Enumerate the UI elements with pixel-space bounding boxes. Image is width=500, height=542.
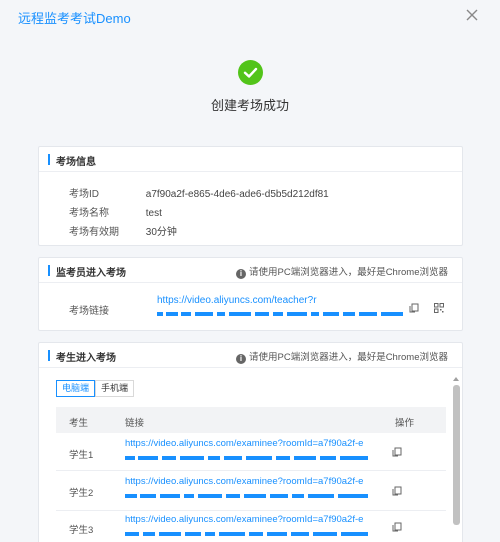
- tab-desktop[interactable]: 电脑端: [56, 380, 96, 397]
- room-id-label: 考场ID: [69, 189, 99, 200]
- header-accent-bar: [48, 265, 50, 276]
- proctor-browser-tip: i 请使用PC端浏览器进入，最好是Chrome浏览器: [236, 264, 448, 279]
- dialog-window: 远程监考考试Demo 创建考场成功 考场信息 考场ID a7f90a2f-e86…: [0, 0, 500, 542]
- title-bar: 远程监考考试Demo: [0, 0, 500, 32]
- proctor-link[interactable]: https://video.aliyuncs.com/teacher?r: [157, 295, 317, 306]
- student-name: 学生3: [69, 525, 94, 536]
- header-accent-bar: [48, 154, 50, 165]
- proctor-link-label: 考场链接: [69, 306, 109, 317]
- examinee-browser-tip: i 请使用PC端浏览器进入，最好是Chrome浏览器: [236, 349, 448, 364]
- room-name-label: 考场名称: [69, 208, 109, 219]
- vertical-scrollbar[interactable]: [452, 376, 460, 542]
- column-link: 链接: [125, 418, 145, 429]
- room-info-title: 考场信息: [56, 157, 96, 168]
- student-link-continuation[interactable]: [125, 492, 370, 500]
- student-link-continuation[interactable]: [125, 530, 370, 538]
- copy-icon[interactable]: [392, 447, 402, 457]
- proctor-tip-text: 请使用PC端浏览器进入，最好是Chrome浏览器: [249, 267, 448, 278]
- room-validity-value: 30分钟: [145, 227, 177, 238]
- proctor-card: 监考员进入考场 i 请使用PC端浏览器进入，最好是Chrome浏览器 考场链接 h…: [38, 257, 463, 331]
- success-check-icon: [238, 60, 263, 85]
- proctor-header: 监考员进入考场 i 请使用PC端浏览器进入，最好是Chrome浏览器: [39, 258, 462, 283]
- table-row: 学生1 https://video.aliyuncs.com/examinee?…: [56, 433, 446, 471]
- student-link[interactable]: https://video.aliyuncs.com/examinee?room…: [125, 438, 363, 449]
- table-row: 学生3 https://video.aliyuncs.com/examinee?…: [56, 511, 446, 542]
- student-link[interactable]: https://video.aliyuncs.com/examinee?room…: [125, 476, 363, 487]
- student-link[interactable]: https://video.aliyuncs.com/examinee?room…: [125, 514, 363, 525]
- examinee-table-header: 考生 链接 操作: [56, 407, 446, 433]
- room-id-value: a7f90a2f-e865-4de6-ade6-d5b5d212df81: [145, 189, 329, 200]
- examinee-header: 考生进入考场 i 请使用PC端浏览器进入，最好是Chrome浏览器: [39, 343, 462, 368]
- column-student: 考生: [69, 418, 89, 429]
- success-message: 创建考场成功: [210, 98, 289, 113]
- copy-icon[interactable]: [392, 522, 402, 532]
- room-id-row: 考场ID a7f90a2f-e865-4de6-ade6-d5b5d212df8…: [69, 185, 329, 200]
- copy-icon[interactable]: [409, 303, 419, 313]
- close-icon[interactable]: [464, 7, 480, 23]
- student-name: 学生2: [69, 488, 94, 499]
- table-row: 学生2 https://video.aliyuncs.com/examinee?…: [56, 471, 446, 511]
- scroll-up-arrow-icon[interactable]: [452, 376, 460, 382]
- student-link-continuation[interactable]: [125, 454, 370, 462]
- student-name: 学生1: [69, 450, 94, 461]
- examinee-card: 考生进入考场 i 请使用PC端浏览器进入，最好是Chrome浏览器 电脑端 手机端…: [38, 342, 463, 542]
- proctor-link-continuation[interactable]: [157, 310, 407, 318]
- info-icon: i: [236, 269, 246, 279]
- scrollbar-thumb[interactable]: [453, 385, 460, 525]
- header-accent-bar: [48, 350, 50, 361]
- window-title: 远程监考考试Demo: [18, 11, 131, 26]
- qrcode-icon[interactable]: [434, 303, 444, 313]
- examinee-tip-text: 请使用PC端浏览器进入，最好是Chrome浏览器: [249, 352, 448, 363]
- column-action: 操作: [395, 418, 415, 429]
- examinee-title: 考生进入考场: [56, 353, 116, 364]
- device-tabs: 电脑端 手机端: [56, 380, 135, 397]
- room-validity-label: 考场有效期: [69, 227, 119, 238]
- room-info-header: 考场信息: [39, 147, 462, 172]
- room-name-row: 考场名称 test: [69, 204, 162, 219]
- room-validity-row: 考场有效期 30分钟: [69, 223, 177, 238]
- tab-mobile[interactable]: 手机端: [95, 380, 135, 397]
- room-name-value: test: [145, 208, 162, 219]
- copy-icon[interactable]: [392, 486, 402, 496]
- room-info-card: 考场信息 考场ID a7f90a2f-e865-4de6-ade6-d5b5d2…: [38, 146, 463, 246]
- proctor-title: 监考员进入考场: [56, 268, 126, 279]
- info-icon: i: [236, 354, 246, 364]
